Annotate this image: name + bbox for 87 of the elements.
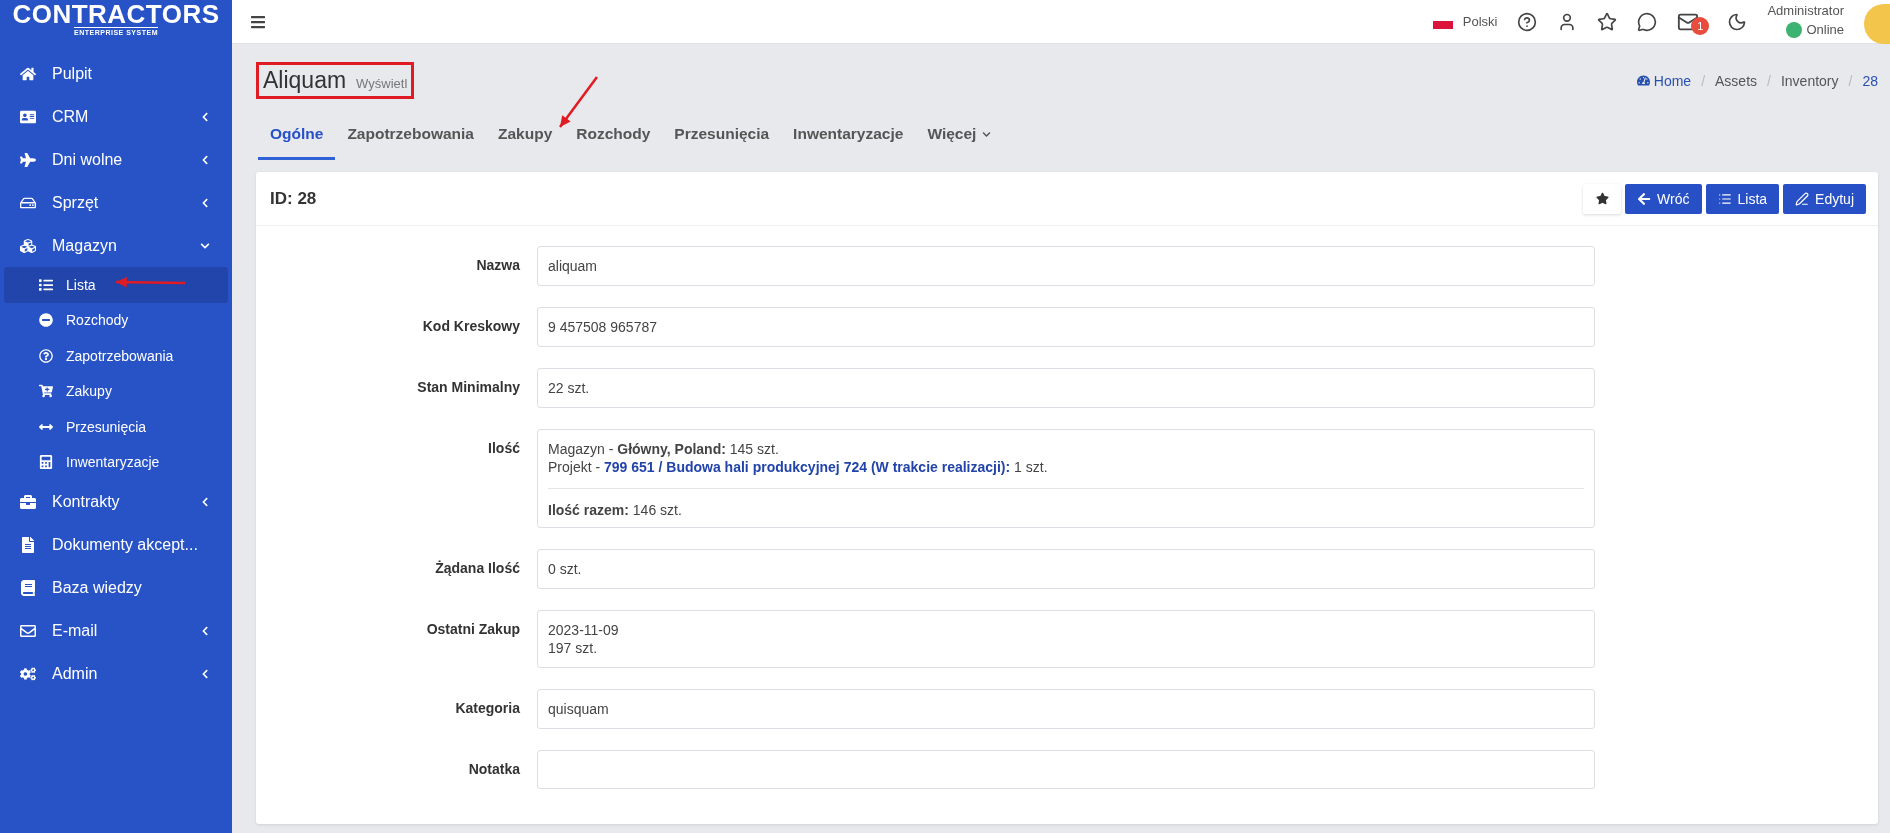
breadcrumb-item[interactable]: Home	[1636, 72, 1692, 89]
cart-icon	[36, 384, 56, 399]
notification-badge: 1	[1691, 16, 1710, 35]
pointer-arrow	[559, 76, 598, 128]
back-button[interactable]: Wróć	[1625, 183, 1702, 214]
sidebar-subitem[interactable]: Zapotrzebowania	[4, 338, 228, 374]
sidebar-subitem[interactable]: Przesunięcia	[4, 409, 228, 445]
plane-icon	[18, 151, 38, 168]
pointer-arrow	[116, 276, 185, 288]
list-button[interactable]: Lista	[1705, 183, 1780, 214]
flag-icon	[1432, 20, 1453, 29]
field-label: Ilość	[487, 439, 520, 458]
sidebar-item[interactable]: Admin	[0, 652, 232, 695]
page-subtitle: Wyświetl	[356, 76, 408, 91]
book-icon	[18, 579, 38, 596]
stock-line: Magazyn - Główny, Poland: 145 szt.	[548, 440, 780, 458]
menu-icon[interactable]	[250, 13, 266, 30]
tab[interactable]: Przesunięcia	[662, 111, 782, 160]
briefcase-icon	[18, 493, 38, 510]
sidebar-subitem[interactable]: Inwentaryzacje	[4, 444, 228, 480]
breadcrumb-separator: /	[1767, 72, 1771, 89]
pencil-icon	[1795, 191, 1810, 206]
text-field[interactable]: 0 szt.	[537, 549, 1595, 589]
field-label: Nazwa	[475, 256, 520, 275]
sidebar-item[interactable]: Kontrakty	[0, 480, 232, 523]
gears-icon	[18, 665, 38, 682]
sidebar-item[interactable]: Pulpit	[0, 52, 232, 95]
page-title: Aliquam	[263, 67, 347, 94]
star-icon	[1595, 192, 1609, 205]
breadcrumb-item: Inventory	[1780, 72, 1839, 89]
sidebar-item[interactable]: Baza wiedzy	[0, 566, 232, 609]
sidebar-subitem[interactable]: Rozchody	[4, 302, 228, 338]
text-field[interactable]: 9 457508 965787	[537, 307, 1595, 347]
field-label: Kod Kreskowy	[421, 317, 520, 336]
list-icon	[36, 277, 56, 292]
tab[interactable]: Zapotrzebowania	[335, 111, 486, 160]
breadcrumb-separator: /	[1848, 72, 1853, 89]
field-label: Kategoria	[454, 699, 520, 718]
text-field[interactable]	[537, 750, 1595, 789]
stock-line: Projekt - 799 651 / Budowa hali produkcyjnej 724 (W trakcie realizacji): 1 szt.	[548, 458, 1049, 476]
breadcrumb-separator: /	[1701, 72, 1706, 89]
text-field[interactable]: 2023-11-09 197 szt.	[537, 610, 1595, 668]
text-field[interactable]: 22 szt.	[537, 368, 1595, 408]
list-icon	[1717, 191, 1732, 206]
tab[interactable]: Rozchody	[564, 111, 663, 160]
chat-icon[interactable]	[1637, 11, 1658, 32]
breadcrumb-item: Assets	[1715, 72, 1758, 89]
star-icon[interactable]	[1597, 11, 1618, 32]
stock-total: Ilość razem: 146 szt.	[548, 501, 683, 519]
text-field[interactable]: quisquam	[537, 689, 1595, 729]
breadcrumb-item: 28	[1862, 72, 1878, 89]
dashboard-icon	[1636, 74, 1650, 87]
logo-name: CONTRACTORS	[12, 3, 220, 25]
house-icon	[18, 65, 38, 82]
caret-icon	[982, 129, 992, 139]
tab[interactable]: Inwentaryzacje	[781, 111, 916, 160]
moon-icon[interactable]	[1727, 11, 1748, 32]
tab[interactable]: Zakupy	[486, 111, 565, 160]
help-icon[interactable]	[1517, 11, 1538, 32]
favorite-button[interactable]	[1583, 183, 1622, 214]
sidebar-item[interactable]: E-mail	[0, 609, 232, 652]
edit-button[interactable]: Edytuj	[1783, 183, 1866, 214]
status-dot	[1786, 21, 1803, 38]
field-label: Notatka	[467, 760, 520, 779]
sidebar-item[interactable]: CRM	[0, 95, 232, 138]
sidebar-item[interactable]: Dokumenty akcept...	[0, 523, 232, 566]
field-label: Żądana Ilość	[434, 559, 520, 578]
tab[interactable]: Więcej	[915, 111, 1004, 160]
sidebar-item[interactable]: Magazyn	[0, 224, 232, 267]
language-selector[interactable]: Polski	[1462, 14, 1498, 29]
sidebar-subitem[interactable]: Zakupy	[4, 373, 228, 409]
id-card-icon	[18, 108, 38, 125]
user-name: Administrator	[1767, 2, 1844, 18]
sidebar-item[interactable]: Dni wolne	[0, 138, 232, 181]
field-label: Stan Minimalny	[416, 378, 520, 397]
user-status: Online	[1806, 22, 1844, 37]
sidebar-item[interactable]: Sprzęt	[0, 181, 232, 224]
card-title: ID: 28	[270, 188, 317, 209]
envelope-icon	[18, 622, 38, 639]
cubes-icon	[18, 237, 38, 254]
sidebar-subitem[interactable]: Lista	[4, 267, 228, 303]
tab[interactable]: Ogólne	[258, 111, 336, 160]
text-field[interactable]: aliquam	[537, 246, 1595, 286]
arrow-left-icon	[1637, 191, 1652, 206]
question-icon	[36, 348, 56, 363]
project-link[interactable]: 799 651 / Budowa hali produkcyjnej 724 (W trakcie realizacji):	[604, 459, 1011, 475]
field-label: Ostatni Zakup	[425, 620, 520, 639]
